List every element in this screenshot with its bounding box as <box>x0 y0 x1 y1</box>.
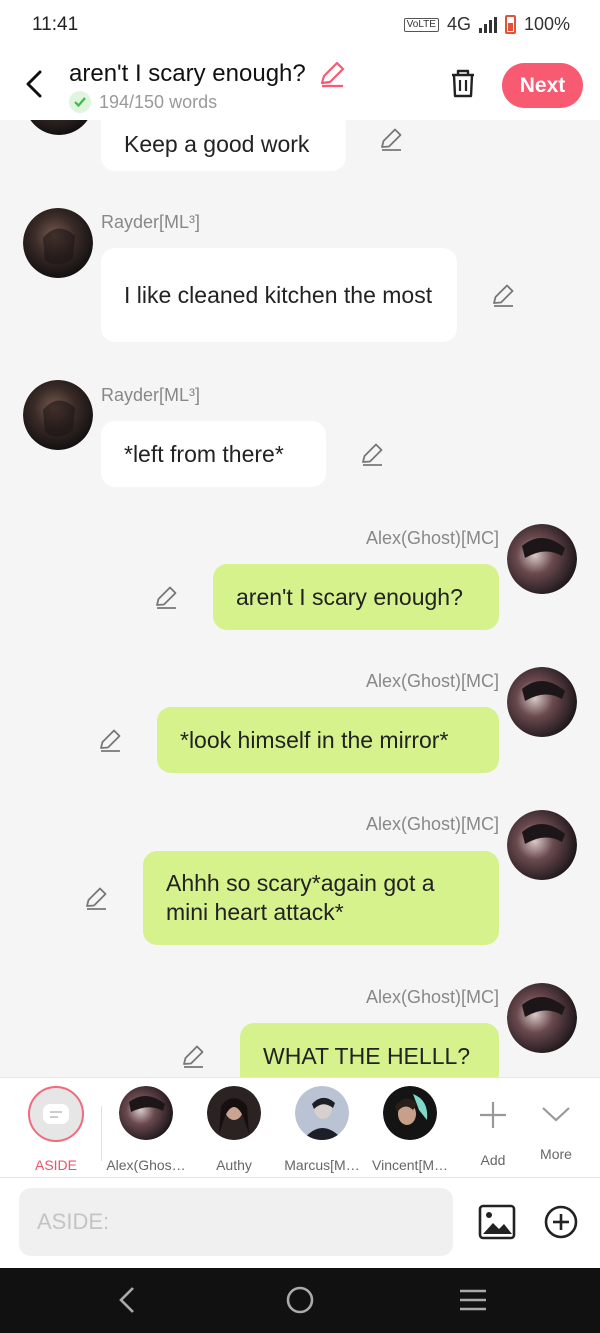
word-count: 194/150 words <box>69 91 217 113</box>
edit-message-icon[interactable] <box>97 727 123 753</box>
edit-message-icon[interactable] <box>378 126 404 152</box>
edit-message-icon[interactable] <box>180 1043 206 1069</box>
more-label: More <box>540 1146 572 1162</box>
avatar-alex[interactable] <box>507 524 577 594</box>
edit-message-icon[interactable] <box>359 441 385 467</box>
char-label: Vincent[M… <box>372 1157 448 1173</box>
aside-icon <box>28 1086 84 1142</box>
network-label: 4G <box>446 14 471 34</box>
message-bubble[interactable]: WHAT THE HELLL? <box>240 1023 499 1077</box>
check-icon <box>69 91 91 113</box>
avatar <box>383 1086 437 1140</box>
status-time: 11:41 <box>32 14 79 35</box>
status-bar: 11:41 VoLTE 4G 100% <box>0 0 600 50</box>
avatar-alex[interactable] <box>507 667 577 737</box>
char-label: Marcus[M… <box>284 1157 360 1173</box>
chat-area[interactable]: Keep a good work Rayder[ML³] I like clea… <box>0 120 600 1077</box>
nav-back-icon[interactable] <box>116 1285 138 1315</box>
sender-name: Alex(Ghost)[MC] <box>365 814 499 834</box>
char-alex[interactable]: Alex(Ghos… <box>106 1086 186 1173</box>
word-count-label: 194/150 words <box>99 91 218 112</box>
image-button[interactable] <box>478 1204 516 1245</box>
back-button[interactable] <box>16 64 52 104</box>
message-bubble[interactable]: Keep a good work <box>101 120 346 171</box>
input-bar <box>0 1178 600 1268</box>
chevron-down-icon <box>542 1107 570 1122</box>
message-bubble[interactable]: I like cleaned kitchen the most <box>101 248 457 342</box>
avatar <box>207 1086 261 1140</box>
message-bubble[interactable]: Ahhh so scary*again got a mini heart att… <box>143 851 499 945</box>
volte-icon: VoLTE <box>403 17 439 32</box>
delete-button[interactable] <box>446 66 480 105</box>
sender-name: Alex(Ghost)[MC] <box>365 528 499 548</box>
pencil-icon <box>320 61 345 88</box>
sender-name: Alex(Ghost)[MC] <box>365 987 499 1007</box>
nav-menu-icon[interactable] <box>458 1285 488 1315</box>
signal-icon <box>478 16 497 33</box>
avatar-rayder[interactable] <box>24 120 94 135</box>
char-marcus[interactable]: Marcus[M… <box>282 1086 362 1173</box>
trash-icon <box>452 69 474 98</box>
status-icons: VoLTE 4G 100% <box>403 14 570 35</box>
edit-message-icon[interactable] <box>153 584 179 610</box>
char-aside[interactable]: ASIDE <box>16 1086 96 1173</box>
back-arrow-icon <box>26 70 42 98</box>
avatar <box>119 1086 173 1140</box>
avatar-alex[interactable] <box>507 810 577 880</box>
char-authy[interactable]: Authy <box>194 1086 274 1173</box>
edit-message-icon[interactable] <box>83 885 109 911</box>
system-nav-bar <box>0 1268 600 1333</box>
plus-circle-icon <box>544 1205 578 1239</box>
char-label: Alex(Ghos… <box>106 1157 186 1173</box>
next-button[interactable]: Next <box>502 63 583 108</box>
add-button[interactable] <box>543 1204 579 1245</box>
char-label: Authy <box>216 1157 252 1173</box>
sender-name: Alex(Ghost)[MC] <box>365 671 499 691</box>
avatar <box>295 1086 349 1140</box>
edit-title-button[interactable] <box>318 60 346 93</box>
divider <box>101 1106 102 1161</box>
avatar-rayder[interactable] <box>23 208 93 278</box>
char-label: ASIDE <box>34 1157 77 1173</box>
edit-message-icon[interactable] <box>490 282 516 308</box>
avatar-alex[interactable] <box>507 983 577 1053</box>
message-bubble[interactable]: aren't I scary enough? <box>213 564 499 630</box>
char-vincent[interactable]: Vincent[M… <box>370 1086 450 1173</box>
avatar-rayder[interactable] <box>23 380 93 450</box>
battery-label: 100% <box>523 14 570 34</box>
nav-home-icon[interactable] <box>285 1285 315 1315</box>
story-title: aren't I scary enough? <box>69 60 306 87</box>
more-button[interactable]: More <box>516 1086 596 1162</box>
battery-icon <box>504 15 516 34</box>
message-bubble[interactable]: *look himself in the mirror* <box>157 707 499 773</box>
sender-name: Rayder[ML³] <box>101 385 201 405</box>
plus-icon <box>480 1102 506 1128</box>
image-icon <box>478 1204 516 1240</box>
message-input[interactable] <box>19 1188 453 1256</box>
sender-name: Rayder[ML³] <box>101 212 201 232</box>
character-selector: ASIDE Alex(Ghos… Authy Marcus[M… Vincent… <box>0 1077 600 1178</box>
top-bar: aren't I scary enough? 194/150 words Nex… <box>0 50 600 120</box>
message-bubble[interactable]: *left from there* <box>101 421 326 487</box>
